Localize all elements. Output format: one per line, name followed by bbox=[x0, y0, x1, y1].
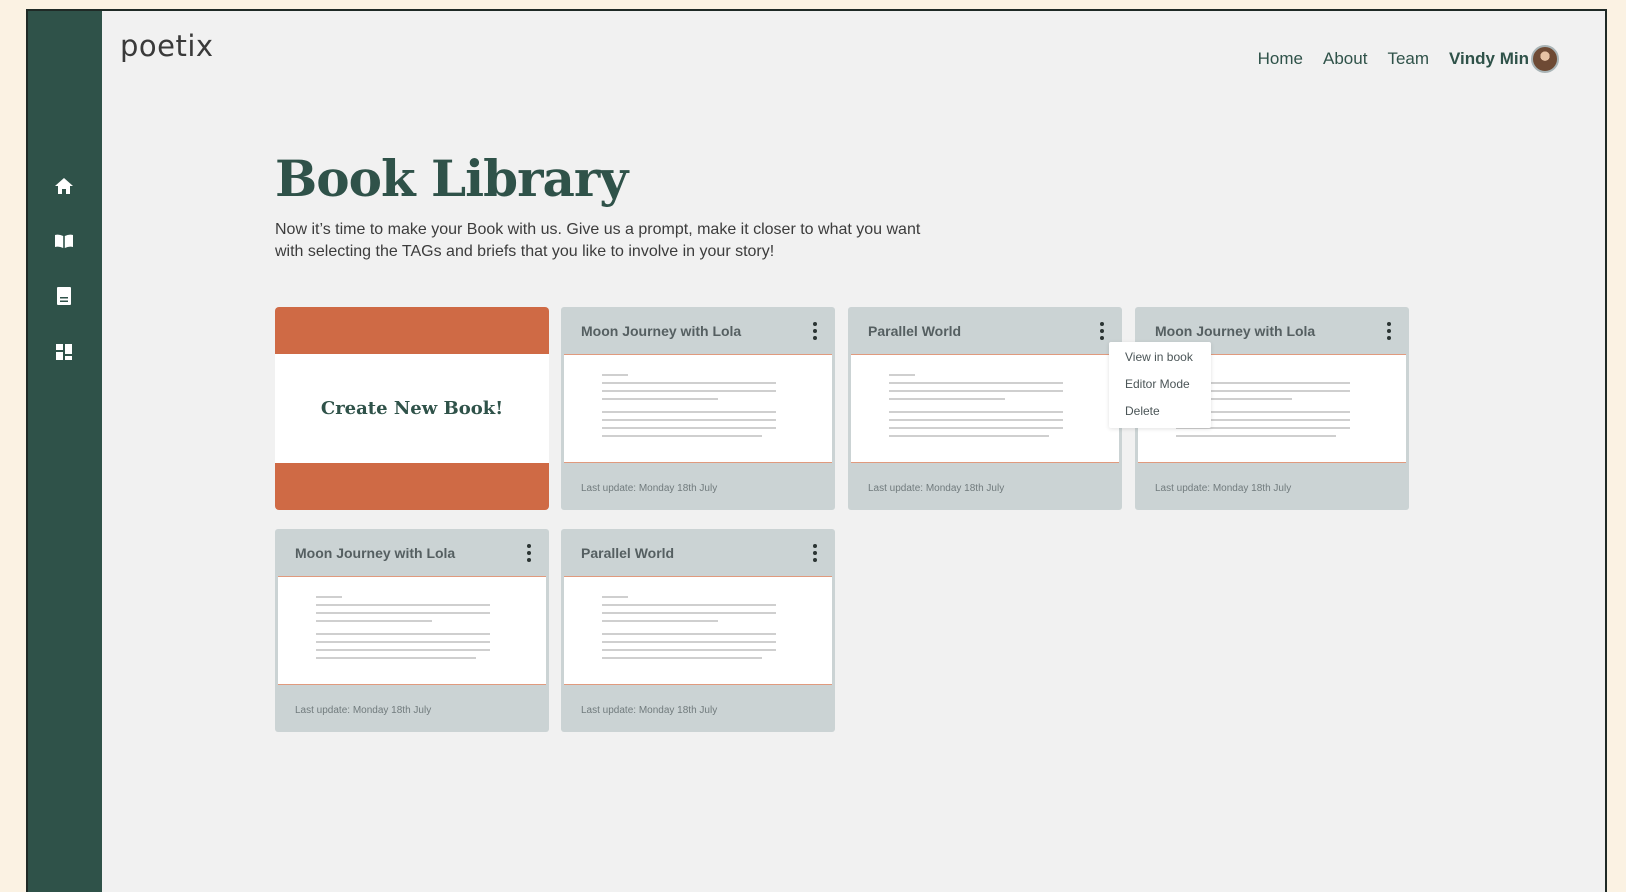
user-menu[interactable]: Vindy Min bbox=[1449, 45, 1559, 73]
last-update: Last update: Monday 18th July bbox=[581, 705, 718, 716]
book-preview bbox=[851, 354, 1119, 463]
last-update: Last update: Monday 18th July bbox=[1155, 483, 1292, 494]
last-update: Last update: Monday 18th July bbox=[295, 705, 432, 716]
dashboard-icon[interactable] bbox=[52, 340, 76, 364]
page-title: Book Library bbox=[275, 149, 628, 208]
home-icon[interactable] bbox=[52, 174, 76, 198]
more-options-icon[interactable] bbox=[1383, 318, 1395, 344]
book-title: Parallel World bbox=[868, 322, 962, 339]
book-preview bbox=[278, 576, 546, 685]
more-options-icon[interactable] bbox=[809, 318, 821, 344]
nav-home-link[interactable]: Home bbox=[1258, 49, 1303, 69]
app-logo[interactable]: poetix bbox=[120, 29, 214, 63]
more-options-icon[interactable] bbox=[1096, 318, 1108, 344]
menu-item-editor-mode[interactable]: Editor Mode bbox=[1109, 377, 1211, 404]
book-card[interactable]: Parallel World Last update: Monday 18th … bbox=[848, 307, 1122, 510]
book-card[interactable]: Moon Journey with Lola Last update: Mond… bbox=[561, 307, 835, 510]
book-preview bbox=[564, 354, 832, 463]
more-options-icon[interactable] bbox=[809, 540, 821, 566]
last-update: Last update: Monday 18th July bbox=[581, 483, 718, 494]
page-description: Now it’s time to make your Book with us.… bbox=[275, 221, 921, 260]
create-new-book-card[interactable]: Create New Book! bbox=[275, 307, 549, 510]
book-title: Moon Journey with Lola bbox=[295, 544, 456, 561]
top-nav: Home About Team Vindy Min bbox=[1258, 45, 1559, 73]
last-update: Last update: Monday 18th July bbox=[868, 483, 1005, 494]
more-options-icon[interactable] bbox=[523, 540, 535, 566]
nav-about-link[interactable]: About bbox=[1323, 49, 1367, 69]
sidebar bbox=[28, 11, 102, 892]
book-preview bbox=[564, 576, 832, 685]
book-context-menu: View in book Editor Mode Delete bbox=[1109, 342, 1211, 428]
avatar bbox=[1531, 45, 1559, 73]
book-icon[interactable] bbox=[52, 284, 76, 308]
menu-item-view-in-book[interactable]: View in book bbox=[1109, 350, 1211, 377]
app-frame: poetix Home About Team Vindy Min Book Li… bbox=[26, 9, 1607, 892]
user-name: Vindy Min bbox=[1449, 49, 1529, 68]
book-title: Parallel World bbox=[581, 544, 675, 561]
book-title: Moon Journey with Lola bbox=[1155, 322, 1316, 339]
nav-team-link[interactable]: Team bbox=[1387, 49, 1429, 69]
menu-item-delete[interactable]: Delete bbox=[1109, 404, 1211, 431]
book-card[interactable]: Moon Journey with Lola Last update: Mond… bbox=[275, 529, 549, 732]
open-book-icon[interactable] bbox=[52, 229, 76, 253]
book-title: Moon Journey with Lola bbox=[581, 322, 742, 339]
create-new-book-label: Create New Book! bbox=[275, 354, 549, 463]
book-card[interactable]: Parallel World Last update: Monday 18th … bbox=[561, 529, 835, 732]
